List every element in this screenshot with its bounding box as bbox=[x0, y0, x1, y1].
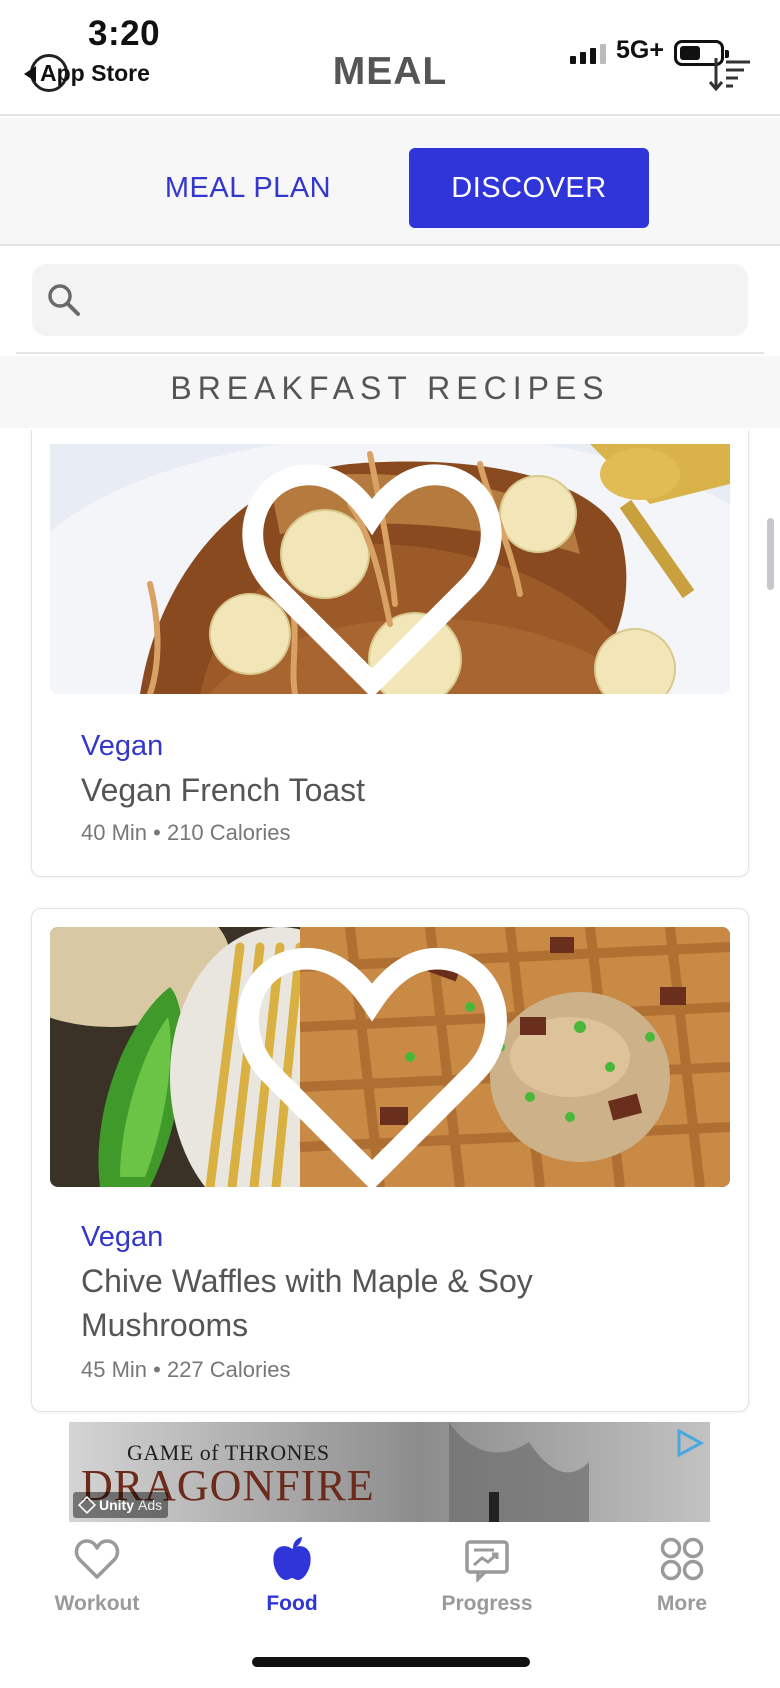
segmented-tabs: MEAL PLAN DISCOVER bbox=[0, 118, 780, 246]
apple-icon bbox=[273, 1537, 311, 1580]
favorite-heart-icon[interactable] bbox=[50, 937, 712, 1187]
search-icon bbox=[48, 284, 80, 316]
recipe-photo-chive-waffles bbox=[50, 927, 730, 1187]
tab-discover[interactable]: DISCOVER bbox=[409, 148, 649, 228]
ad-badge-brand: Unity bbox=[99, 1497, 134, 1513]
nav-more[interactable]: More bbox=[607, 1536, 757, 1616]
nav-label: Food bbox=[266, 1592, 318, 1615]
unity-ads-badge: Unity Ads bbox=[73, 1492, 169, 1518]
chart-card-icon bbox=[465, 1540, 509, 1582]
ad-choices-icon[interactable] bbox=[674, 1428, 704, 1458]
tab-meal-plan[interactable]: MEAL PLAN bbox=[148, 148, 348, 228]
app-header: 3:20 App Store MEAL 5G+ bbox=[0, 0, 780, 116]
section-header: BREAKFAST RECIPES bbox=[0, 356, 780, 428]
network-type: 5G+ bbox=[616, 36, 664, 64]
recipe-meta: 40 Min • 210 Calories bbox=[81, 820, 291, 845]
status-time: 3:20 bbox=[88, 14, 161, 53]
cellular-signal-icon bbox=[570, 42, 606, 64]
unity-logo-icon bbox=[77, 1495, 97, 1515]
nav-food[interactable]: Food bbox=[217, 1536, 367, 1616]
nav-progress[interactable]: Progress bbox=[412, 1536, 562, 1616]
nav-label: Workout bbox=[54, 1592, 140, 1615]
sort-icon[interactable] bbox=[708, 56, 752, 92]
nav-label: More bbox=[656, 1592, 708, 1615]
favorite-heart-icon[interactable] bbox=[50, 454, 712, 694]
search-input[interactable] bbox=[32, 264, 748, 336]
nav-label: Progress bbox=[441, 1592, 533, 1615]
ad-banner[interactable]: GAME of THRONES DRAGONFIRE Unity Ads bbox=[69, 1422, 710, 1522]
search-section bbox=[16, 246, 764, 354]
heart-icon bbox=[74, 1539, 120, 1579]
recipe-meta: 45 Min • 227 Calories bbox=[81, 1357, 291, 1382]
recipe-tag: Vegan bbox=[81, 1221, 164, 1253]
recipe-card[interactable]: Vegan Chive Waffles with Maple & Soy Mus… bbox=[31, 908, 749, 1412]
recipe-card[interactable]: Vegan Vegan French Toast 40 Min • 210 Ca… bbox=[31, 430, 749, 877]
ad-badge-text: Ads bbox=[138, 1497, 163, 1513]
recipe-name: Vegan French Toast bbox=[81, 772, 366, 808]
scrollbar[interactable] bbox=[767, 518, 774, 590]
recipe-tag: Vegan bbox=[81, 730, 164, 762]
section-title: BREAKFAST RECIPES bbox=[170, 370, 610, 406]
home-indicator bbox=[252, 1657, 530, 1667]
recipe-name: Chive Waffles with Maple & Soy Mushrooms bbox=[81, 1263, 533, 1343]
nav-workout[interactable]: Workout bbox=[22, 1536, 172, 1616]
recipe-photo-french-toast bbox=[50, 444, 730, 694]
grid-icon bbox=[660, 1537, 704, 1581]
